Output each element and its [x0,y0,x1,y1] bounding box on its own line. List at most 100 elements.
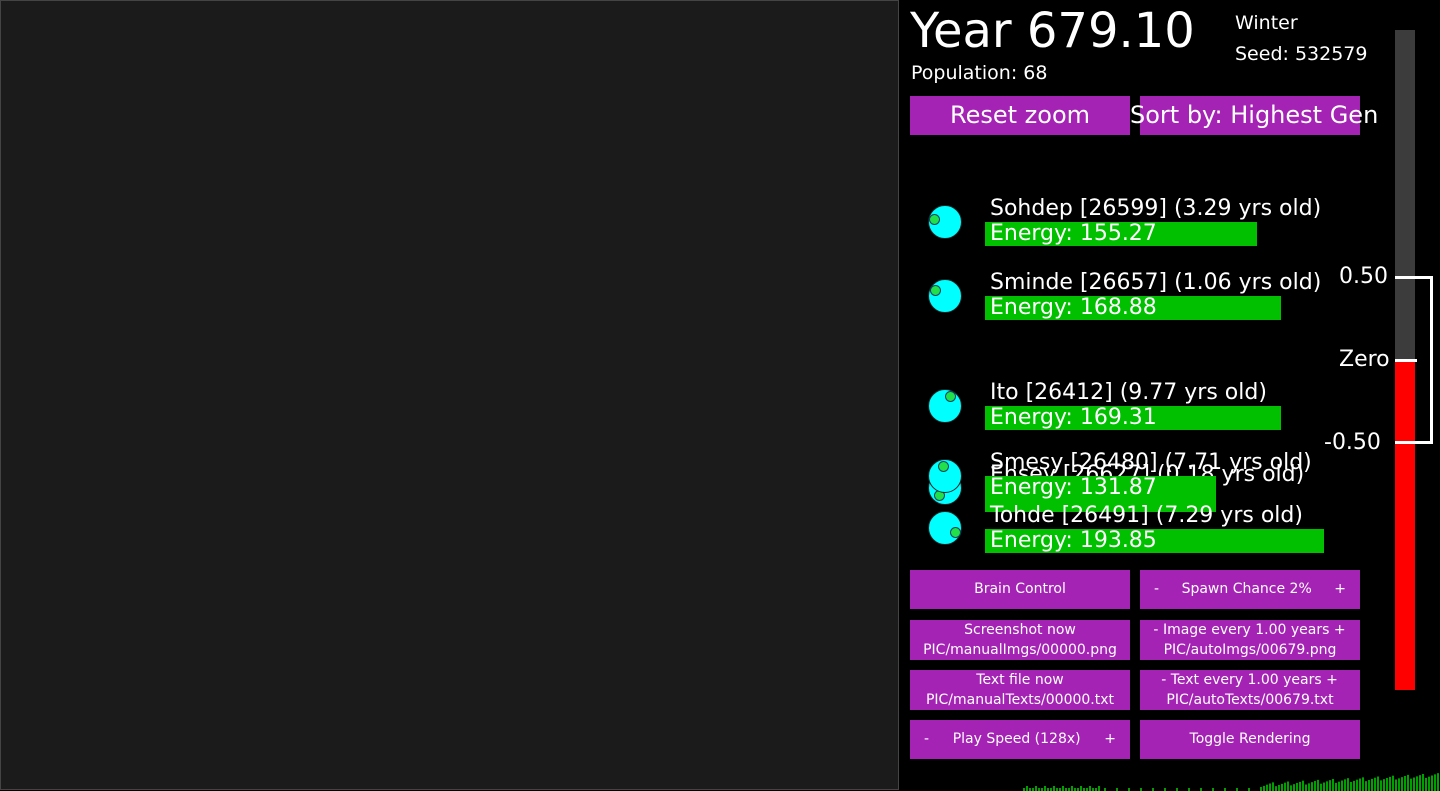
population-graph-bar [1263,785,1265,791]
population-graph-bar [1332,779,1334,791]
creature-mouth-icon [950,527,961,538]
population-graph-bar [1071,786,1073,791]
population-graph-bar [1359,778,1361,791]
brain-output-meter-fill [1395,359,1415,690]
population-graph-bar [1377,776,1379,791]
sort-by-button[interactable]: Sort by: Highest Gen [1130,96,1378,135]
population-graph-bar [1434,774,1436,791]
year-counter: Year 679.10 [910,3,1195,59]
brain-control-button[interactable]: Brain Control [910,570,1130,609]
image-interval-decrease-button[interactable]: - [1153,622,1158,638]
population-graph-bar [1281,783,1283,791]
creature-mouth-icon [930,285,941,296]
meter-tick-zero [1395,359,1417,362]
season-label: Winter [1235,12,1298,34]
population-graph-bar [1326,781,1328,791]
screenshot-now-button[interactable]: Screenshot now PIC/manualImgs/00000.png [910,620,1130,660]
auto-text-control: - Text every 1.00 years + PIC/autoTexts/… [1140,670,1360,710]
population-graph-bar [1035,786,1037,791]
meter-label-zero: Zero [1339,347,1390,372]
meter-tick-top [1395,276,1433,279]
screenshot-path: PIC/manualImgs/00000.png [923,642,1117,658]
text-interval-decrease-button[interactable]: - [1161,672,1166,688]
spawn-chance-label: Spawn Chance 2% [1181,581,1312,597]
population-graph-bar [1320,783,1322,791]
population-graph-bar [1341,780,1343,791]
population-graph-bar [1278,785,1280,791]
play-speed-control: - Play Speed (128x) + [910,720,1130,759]
population-graph-bar [1308,783,1310,791]
population-graph-bar [1368,780,1370,791]
auto-image-path: PIC/autoImgs/00679.png [1163,642,1337,658]
population-graph-bar [1287,781,1289,791]
population-graph-bar [1284,782,1286,791]
simulation-world-view[interactable] [0,0,899,790]
population-graph-bar [1299,781,1301,791]
population-graph-bar [1425,777,1427,791]
population-graph-bar [1431,775,1433,791]
text-file-now-button[interactable]: Text file now PIC/manualTexts/00000.txt [910,670,1130,710]
creature-name: Smesy [26480] (7.71 yrs old) [990,450,1312,475]
population-graph-bar [1398,778,1400,791]
population-graph-bar [1350,782,1352,791]
population-graph-bar [1362,777,1364,791]
text-file-now-label: Text file now [976,672,1064,688]
population-graph-bar [1044,786,1046,791]
meter-label-top: 0.50 [1339,264,1388,289]
population-graph-bar [1365,781,1367,791]
toggle-rendering-button[interactable]: Toggle Rendering [1140,720,1360,759]
population-graph-bar [1389,776,1391,791]
spawn-chance-decrease-button[interactable]: - [1154,570,1159,609]
population-graph-bar [1260,787,1262,791]
reset-zoom-button[interactable]: Reset zoom [910,96,1130,135]
creature-energy: Energy: 131.87 [990,475,1157,500]
creature-energy: Energy: 168.88 [990,295,1157,320]
image-interval-increase-button[interactable]: + [1334,622,1346,638]
play-speed-increase-button[interactable]: + [1104,720,1116,759]
creature-name: Sohdep [26599] (3.29 yrs old) [990,196,1322,221]
meter-range-bracket [1430,276,1433,444]
text-interval-label: Text every 1.00 years [1170,672,1322,688]
spawn-chance-control: - Spawn Chance 2% + [1140,570,1360,609]
spawn-chance-increase-button[interactable]: + [1334,570,1346,609]
text-interval-increase-button[interactable]: + [1326,672,1338,688]
population-graph-bar [1269,783,1271,791]
population-graph-bar [1311,782,1313,791]
population-graph-bar [1314,781,1316,791]
population-graph-bar [1275,786,1277,791]
creature-name: Tohde [26491] (7.29 yrs old) [990,503,1303,528]
creature-body-icon [928,279,962,313]
population-graph-bar [1302,780,1304,791]
population-graph-bar [1380,780,1382,791]
screenshot-now-label: Screenshot now [964,622,1076,638]
creature-mouth-icon [938,461,949,472]
population-graph-bar [1437,773,1439,791]
population-graph-bar [1323,782,1325,791]
population-graph-bar [1305,784,1307,791]
population-graph-bar [1374,777,1376,791]
creature-energy: Energy: 169.31 [990,405,1157,430]
population-graph-bar [1266,784,1268,791]
play-speed-label: Play Speed (128x) [952,731,1081,747]
creature-mouth-icon [929,214,940,225]
population-graph-bar [1080,786,1082,791]
auto-text-path: PIC/autoTexts/00679.txt [1166,692,1334,708]
population-graph-bar [1338,781,1340,791]
population-graph-bar [1404,776,1406,791]
population-graph-bar [1416,776,1418,791]
meter-tick-bottom [1395,441,1433,444]
text-file-path: PIC/manualTexts/00000.txt [925,692,1115,708]
population-graph-bar [1395,779,1397,791]
population-graph-bar [1296,783,1298,791]
population-graph-bar [1026,786,1028,791]
play-speed-decrease-button[interactable]: - [924,720,929,759]
population-graph-bar [1419,775,1421,791]
sort-by-label: Sort by: Highest Gen [1130,101,1379,129]
population-graph-bar [1413,777,1415,791]
population-graph-bar [1344,779,1346,791]
population-graph-bar [1386,778,1388,791]
population-graph-bar [1098,786,1100,791]
population-graph-bar [1317,779,1319,791]
population-graph-bar [1089,786,1091,791]
population-graph-bar [1401,777,1403,791]
